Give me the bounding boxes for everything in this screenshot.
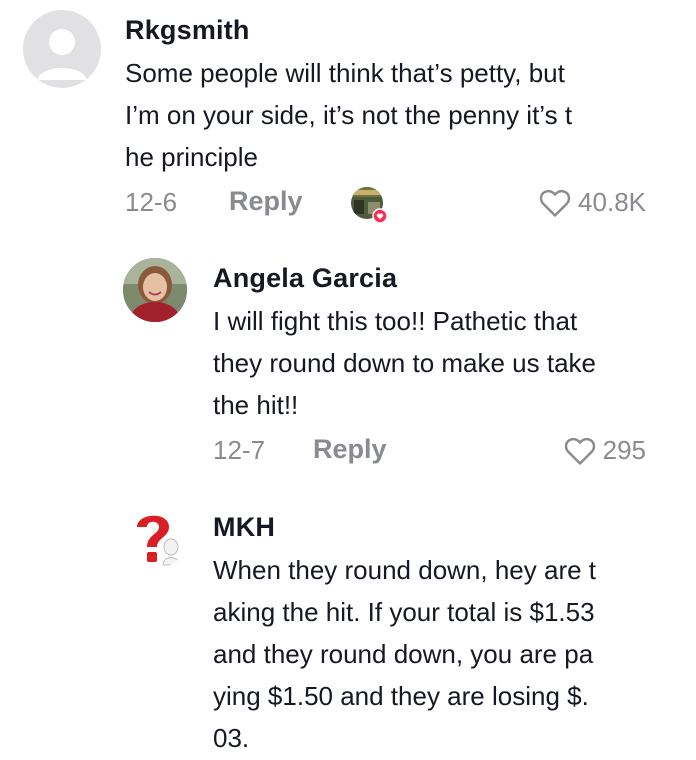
- comment-text-line: he principle: [125, 142, 258, 172]
- comment-username[interactable]: MKH: [213, 512, 275, 543]
- comment-text-line: I’m on your side, it’s not the penny it’…: [125, 100, 573, 130]
- comment-text-line: they round down to make us take: [213, 348, 597, 378]
- comment-text-line: ying $1.50 and they are losing $.: [213, 681, 589, 711]
- comment-angela-garcia: Angela Garcia I will fight this too!! Pa…: [0, 240, 696, 490]
- comment-text-line: Some people will think that’s petty, but: [125, 58, 565, 88]
- avatar[interactable]: [23, 10, 101, 88]
- like-button[interactable]: 295: [563, 435, 646, 466]
- red-question-mark-avatar: [137, 515, 180, 566]
- comment-username[interactable]: Angela Garcia: [213, 263, 397, 294]
- like-button[interactable]: 40.8K: [538, 187, 646, 218]
- comment-text-line: the hit!!: [213, 390, 299, 420]
- avatar[interactable]: [123, 258, 187, 322]
- comment-text-line: and they round down, you are pa: [213, 639, 594, 669]
- heart-icon: [564, 437, 595, 465]
- comment-mkh: MKH When they round down, hey are t akin…: [0, 490, 696, 760]
- reply-button[interactable]: Reply: [313, 434, 387, 465]
- comment-date: 12-6: [125, 187, 178, 217]
- comment-text-line: I will fight this too!! Pathetic that: [213, 306, 578, 336]
- creator-avatar-icon: [351, 187, 388, 224]
- comment-text-line: aking the hit. If your total is $1.53: [213, 597, 595, 627]
- profile-photo-avatar: [123, 258, 187, 322]
- comment-username[interactable]: Rkgsmith: [125, 15, 250, 46]
- comment-rkgsmith: Rkgsmith Some people will think that’s p…: [0, 0, 696, 240]
- heart-icon: [539, 189, 571, 217]
- comment-date: 12-7: [213, 435, 266, 465]
- comment-text: When they round down, hey are t aking th…: [213, 549, 596, 759]
- creator-liked-badge: [350, 186, 388, 224]
- reply-button[interactable]: Reply: [229, 186, 303, 217]
- avatar[interactable]: [123, 505, 187, 569]
- like-count: 40.8K: [578, 187, 646, 217]
- comment-text-line: When they round down, hey are t: [213, 555, 597, 585]
- comment-text: Some people will think that’s petty, but…: [125, 52, 572, 178]
- comment-text-line: 03.: [213, 723, 250, 753]
- default-avatar-icon: [37, 29, 87, 80]
- comment-text: I will fight this too!! Pathetic that th…: [213, 300, 596, 426]
- like-count: 295: [602, 435, 646, 465]
